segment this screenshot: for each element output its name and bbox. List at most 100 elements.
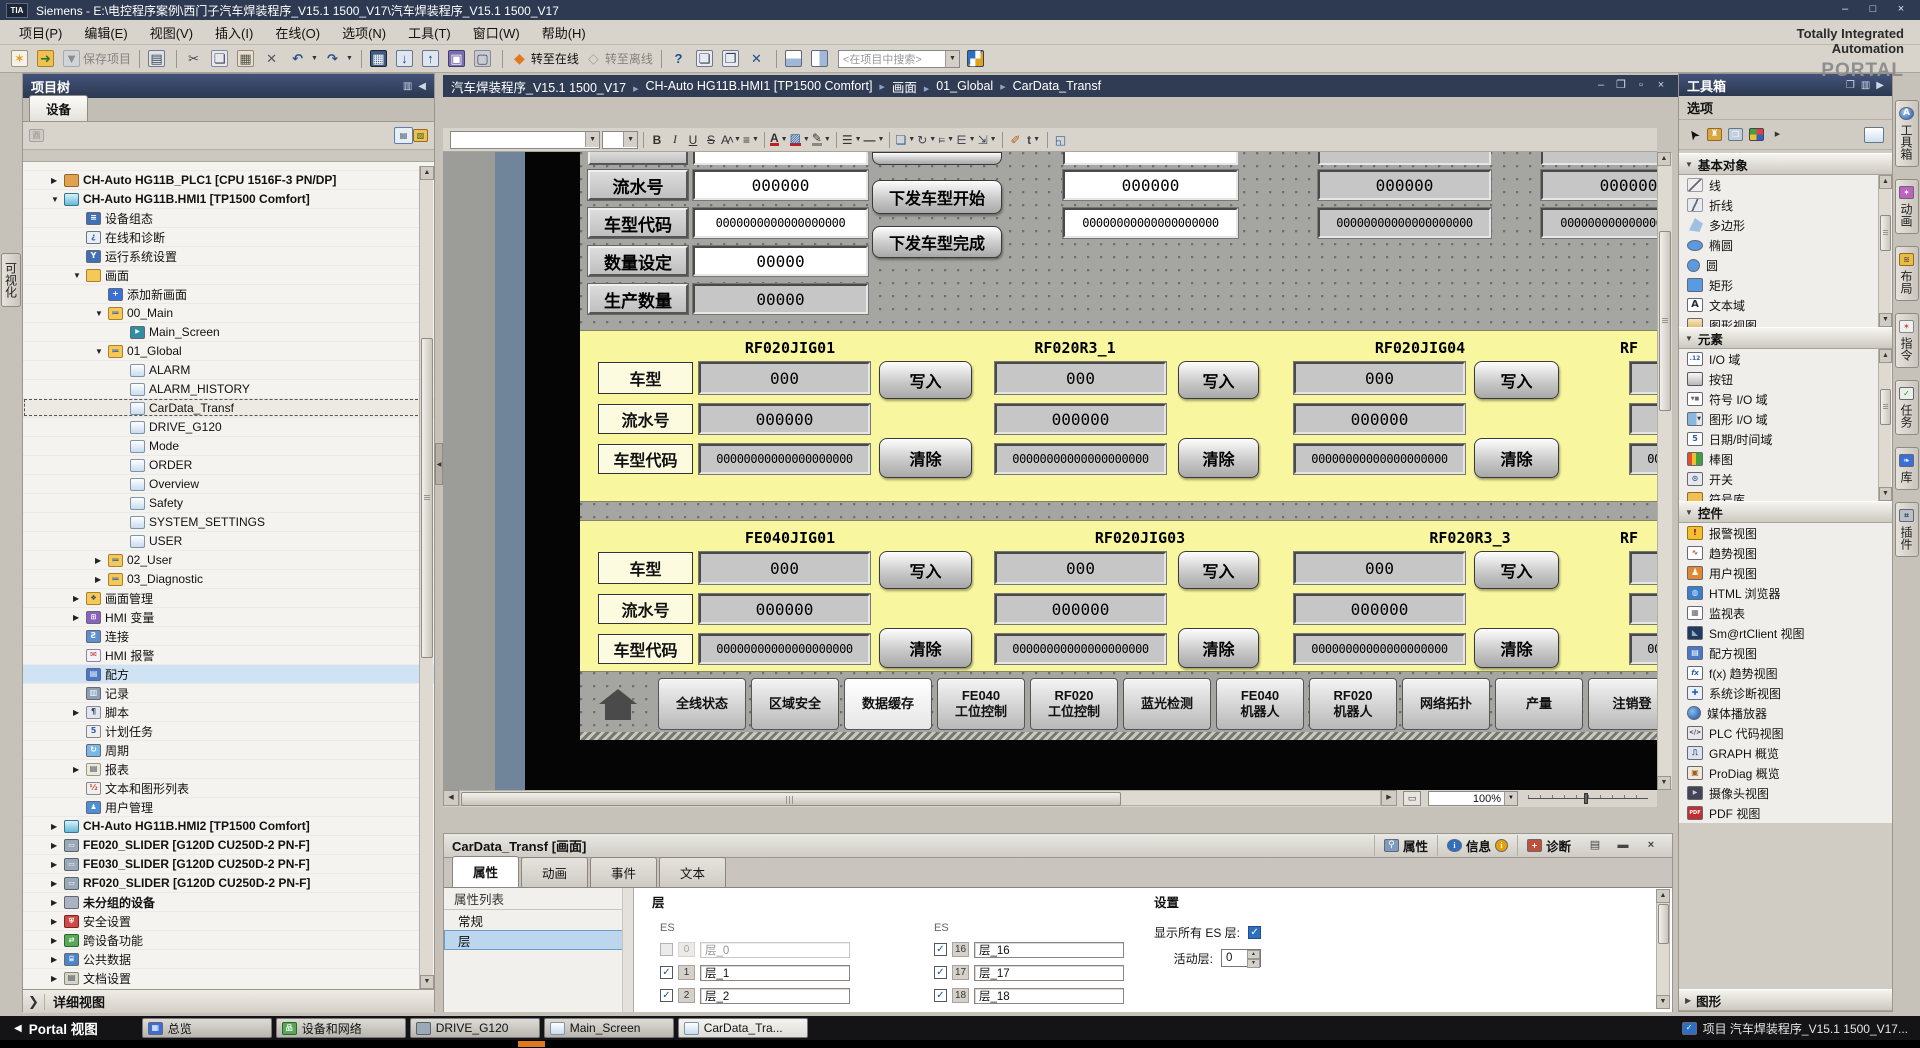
format-tool-button[interactable] [1002,132,1003,148]
serial-input-field[interactable]: 000000 [693,170,868,200]
nav-button[interactable]: 产量 [1495,678,1583,730]
car-code-row-label[interactable]: 车型代码 [598,444,693,474]
toolbar-button[interactable] [446,49,470,69]
nav-button[interactable]: 全线状态 [658,678,746,730]
toolbar-button[interactable] [9,49,33,69]
format-tool-button[interactable] [1008,131,1024,149]
expand-arrow-icon[interactable] [95,347,108,356]
car-code-field[interactable]: 00000000000000000000 [1630,634,1657,664]
tree-item[interactable]: FE020_SLIDER [G120D CU250D-2 PN-F] [23,835,434,854]
expand-arrow-icon[interactable] [95,556,108,565]
inspector-mode-tab[interactable]: 信息 [1437,835,1517,856]
scroll-thumb[interactable] [1880,215,1891,251]
tree-item[interactable]: Overview [23,474,434,493]
breadcrumb-item[interactable]: 汽车焊装程序_V15.1 1500_V17 [451,77,645,96]
stamp-tool-icon[interactable] [1707,128,1722,141]
toolbar-button[interactable]: 保存项目 [61,49,133,69]
car-code-field[interactable]: 00000000000000000000 [1630,444,1657,474]
toolbar-tia-button[interactable] [965,49,986,69]
toolbox-item[interactable]: 日期/时间域 [1679,429,1892,449]
format-tool-button[interactable] [812,131,831,149]
project-search-input[interactable]: <在项目中搜索> ▼ [838,50,960,68]
device-compare-icon[interactable]: 酉 [29,129,44,142]
format-tool-button[interactable] [743,131,759,149]
toolbar-button[interactable] [472,49,496,69]
inspector-tab[interactable]: 事件 [590,857,657,887]
toolbox-item[interactable]: 图形视图 [1679,315,1892,327]
toolbox-item[interactable]: 用户视图 [1679,563,1892,583]
toolbox-item[interactable]: 棒图 [1679,449,1892,469]
toolbar-button[interactable] [261,49,285,69]
tree-item[interactable]: 周期 [23,740,434,759]
basic-objects-section[interactable]: ▼ 基本对象 [1679,153,1892,175]
quantity-set-label[interactable]: 数量设定 [588,246,688,276]
serial-field[interactable]: 000000 [1630,404,1657,434]
tree-item[interactable]: HMI 报警 [23,645,434,664]
car-type-field[interactable]: 000 [1294,362,1465,394]
expand-arrow-icon[interactable] [73,613,86,622]
clear-button[interactable]: 清除 [1474,438,1559,478]
quantity-set-field[interactable]: 00000 [693,246,868,276]
toolbar-button[interactable] [139,50,140,68]
nav-button[interactable]: 网络拓扑 [1402,678,1490,730]
editor-close-icon[interactable]: × [1652,78,1670,94]
car-type-field[interactable]: 000 [1630,552,1657,584]
expand-arrow-icon[interactable] [51,841,64,850]
layer-visible-checkbox[interactable] [660,989,673,1002]
toolbox-item[interactable]: 矩形 [1679,275,1892,295]
tree-item[interactable]: 公共数据 [23,949,434,968]
open-editor-button[interactable]: DRIVE_G120 [410,1018,540,1038]
scroll-up-icon[interactable]: ▲ [1656,889,1670,903]
clipped-field-3[interactable]: 000 [1318,152,1491,165]
toolbar-button[interactable] [176,50,177,68]
active-layer-spinner[interactable]: 0 ▲▼ [1221,949,1261,967]
clipped-field-4[interactable] [1541,152,1657,165]
maximize-button[interactable]: □ [1860,2,1886,18]
serial-field[interactable]: 000000 [1294,404,1465,434]
toolbar-button[interactable] [209,49,233,69]
tree-item[interactable]: CarData_Transf [23,398,434,417]
menu-item[interactable]: 编辑(E) [73,20,138,45]
layer-visible-checkbox[interactable] [660,966,673,979]
car-type-row-label[interactable]: 车型 [598,552,693,584]
format-tool-button[interactable] [643,132,644,148]
car-code-field[interactable]: 00000000000000000000 [1294,444,1465,474]
toolbox-item[interactable]: 系统诊断视图 [1679,683,1892,703]
format-tool-button[interactable] [1047,132,1048,148]
send-cartype-done-button[interactable]: 下发车型完成 [872,226,1002,258]
serial-field[interactable]: 000000 [699,594,870,624]
layer-name-field[interactable]: 层_0 [700,942,850,958]
clipped-field-2[interactable]: 000 [1063,152,1238,165]
layer-name-field[interactable]: 层_17 [974,965,1124,981]
toolbar-button[interactable]: 转至在线 [509,49,581,69]
nav-button[interactable]: FE040 机器人 [1216,678,1304,730]
toolbar-button[interactable] [322,49,355,69]
tree-item[interactable]: 配方 [23,664,434,683]
format-tool-button[interactable] [836,132,837,148]
expand-arrow-icon[interactable] [73,708,86,717]
expand-arrow-icon[interactable] [95,575,108,584]
portal-view-button[interactable]: ◀ Portal 视图 [0,1018,112,1038]
format-tool-button[interactable] [685,131,701,149]
tree-item[interactable]: 未分组的设备 [23,892,434,911]
toolbar-button[interactable] [287,49,320,69]
close-button[interactable]: × [1888,2,1914,18]
scroll-down-icon[interactable]: ▼ [1879,487,1892,501]
clear-button[interactable]: 清除 [1178,628,1259,668]
tree-scroll-thumb[interactable] [421,338,433,658]
open-editor-button[interactable]: 总览 [142,1018,272,1038]
serial-output-field-4[interactable]: 000000 [1541,170,1657,200]
serial-label[interactable]: 流水号 [588,170,688,200]
expand-arrow-icon[interactable] [73,765,86,774]
column-config-icon[interactable]: ▨ [413,129,428,142]
format-tool-button[interactable] [842,131,862,149]
cursor-tool-icon[interactable] [1687,128,1701,141]
tree-collapse-icon[interactable]: ◀ [418,81,426,92]
scroll-down-icon[interactable]: ▼ [1879,313,1892,327]
expand-arrow-icon[interactable] [51,898,64,907]
zoom-dropdown-icon[interactable]: ▼ [1504,792,1517,805]
format-tool-button[interactable] [667,131,683,149]
expand-arrow-icon[interactable] [73,271,86,280]
inspector-tab[interactable]: 文本 [659,857,726,887]
menu-item[interactable]: 帮助(H) [531,20,597,45]
